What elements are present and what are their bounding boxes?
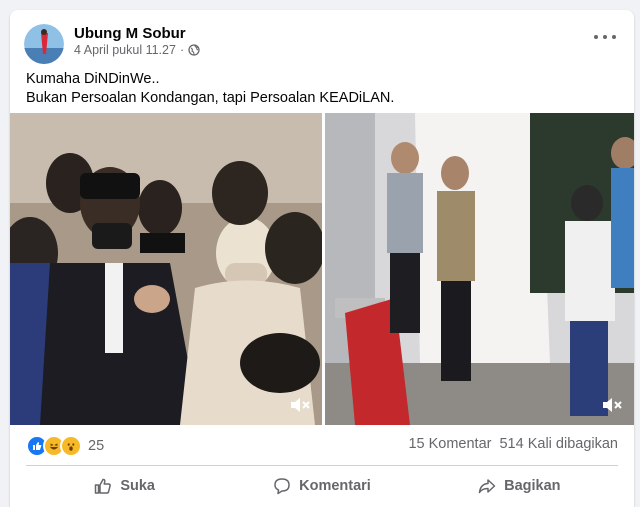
reaction-stats-bar: 25 15 Komentar 514 Kali dibagikan xyxy=(26,435,618,457)
wow-reaction-icon xyxy=(60,435,82,457)
post-text-line1: Kumaha DiNDinWe.. xyxy=(26,71,160,87)
mute-icon[interactable] xyxy=(288,395,312,415)
mute-icon[interactable] xyxy=(600,395,624,415)
reaction-count[interactable]: 25 xyxy=(88,438,104,454)
post-text-line2: Bukan Persoalan Kondangan, tapi Persoala… xyxy=(26,90,395,106)
comment-button[interactable]: Komentari xyxy=(223,469,420,503)
more-options-icon[interactable] xyxy=(594,30,616,44)
author-name[interactable]: Ubung M Sobur xyxy=(74,25,186,42)
thumbs-up-icon xyxy=(95,478,112,494)
share-button[interactable]: Bagikan xyxy=(421,469,618,503)
globe-icon xyxy=(188,44,200,56)
comment-label: Komentari xyxy=(299,478,371,494)
video-thumbnail-left[interactable] xyxy=(10,113,322,425)
like-label: Suka xyxy=(120,478,155,494)
video-thumbnail-right[interactable] xyxy=(325,113,634,425)
reaction-summary[interactable]: 25 xyxy=(26,435,104,457)
comment-icon xyxy=(274,478,290,495)
post-card: Ubung M Sobur 4 April pukul 11.27 · Kuma… xyxy=(10,10,634,507)
divider xyxy=(26,465,618,466)
post-actions-bar: Suka Komentari Bagikan xyxy=(26,469,618,503)
like-button[interactable]: Suka xyxy=(26,469,223,503)
post-text: Kumaha DiNDinWe.. Bukan Persoalan Kondan… xyxy=(26,70,616,108)
share-label: Bagikan xyxy=(504,478,561,494)
author-avatar[interactable] xyxy=(24,24,64,64)
engagement-counts: 15 Komentar 514 Kali dibagikan xyxy=(408,436,618,452)
share-count[interactable]: 514 Kali dibagikan xyxy=(499,436,618,452)
share-icon xyxy=(478,479,496,494)
post-date[interactable]: 4 April pukul 11.27 xyxy=(74,43,176,57)
video-scene-right xyxy=(325,113,634,425)
video-scene-left xyxy=(10,113,322,425)
comment-count[interactable]: 15 Komentar xyxy=(408,436,491,452)
meta-separator: · xyxy=(179,43,185,57)
post-meta: 4 April pukul 11.27 · xyxy=(74,43,200,57)
